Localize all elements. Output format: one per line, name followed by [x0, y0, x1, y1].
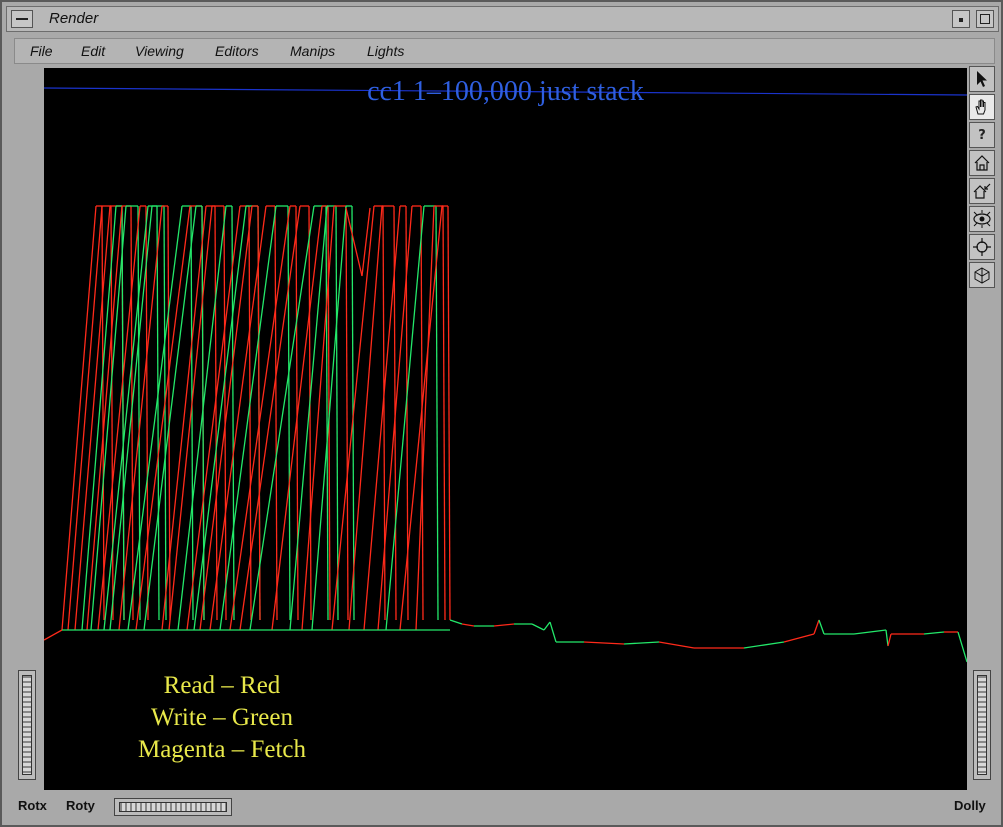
write-tail-trace [623, 641, 660, 645]
menu-manips[interactable]: Manips [290, 43, 335, 59]
read-tail-trace [658, 641, 695, 649]
write-trace-spike [156, 205, 160, 621]
read-trace-spike [331, 205, 375, 631]
read-tail-trace [813, 619, 820, 635]
write-trace-spike [219, 205, 277, 631]
rotx-wheel-grip [22, 675, 32, 775]
read-trace-spike [168, 205, 213, 631]
legend-write: Write – Green [151, 704, 293, 731]
write-tail-trace [885, 629, 889, 647]
seek-icon[interactable] [969, 234, 995, 260]
write-trace-spike [121, 205, 125, 621]
read-trace-spike [447, 205, 451, 621]
write-trace-spike [335, 205, 339, 621]
render-window: Render File Edit Viewing Editors Manips … [0, 0, 1003, 827]
write-tail-trace [549, 621, 557, 643]
rotx-thumbwheel[interactable] [18, 670, 36, 780]
read-trace-spike [135, 205, 191, 631]
title-bar[interactable]: Render [6, 6, 999, 32]
read-trace-spike [348, 205, 383, 631]
menu-bar: File Edit Viewing Editors Manips Lights [14, 38, 995, 64]
minimize-button[interactable] [952, 10, 970, 28]
set-home-icon[interactable] [969, 178, 995, 204]
view-all-icon[interactable] [969, 206, 995, 232]
menu-edit[interactable]: Edit [81, 43, 105, 59]
render-viewport[interactable]: cc1 1–100,000 just stack Read – Red Writ… [44, 68, 967, 790]
rotx-label: Rotx [18, 798, 47, 813]
window-menu-button[interactable] [11, 10, 33, 28]
read-trace-spike [442, 205, 446, 621]
write-tail-trace [449, 619, 463, 625]
read-tail-trace [783, 633, 815, 643]
read-trace-spike [214, 205, 218, 621]
read-tail-trace [493, 623, 515, 627]
window-title: Render [49, 10, 99, 27]
write-trace-spike [137, 205, 141, 621]
read-trace-spike [361, 207, 371, 277]
read-trace-spike [186, 205, 241, 631]
read-trace-spike [274, 205, 278, 621]
write-tail-trace [531, 623, 545, 631]
projection-icon[interactable] [969, 262, 995, 288]
dolly-wheel-grip [977, 675, 987, 775]
read-tail-trace [461, 623, 475, 627]
menu-viewing[interactable]: Viewing [135, 43, 184, 59]
write-trace-spike [163, 205, 167, 621]
read-trace-spike [271, 205, 323, 631]
read-trace-spike [101, 205, 105, 621]
read-trace-spike [223, 205, 227, 621]
legend-read: Read – Red [163, 672, 281, 699]
viewer-toolbar: ? [969, 66, 997, 292]
read-baseline [44, 629, 63, 641]
write-tail-trace [853, 629, 887, 635]
roty-label: Roty [66, 798, 95, 813]
menu-editors[interactable]: Editors [215, 43, 259, 59]
write-trace-spike [289, 205, 328, 631]
write-tail-trace [923, 631, 945, 635]
write-tail-trace [957, 631, 967, 663]
maximize-button[interactable] [976, 10, 994, 28]
read-tail-trace [887, 633, 892, 647]
write-tail-trace [818, 619, 825, 635]
pick-arrow-icon[interactable] [969, 66, 995, 92]
dolly-thumbwheel[interactable] [973, 670, 991, 780]
read-tail-trace [583, 641, 625, 645]
read-trace-spike [345, 207, 363, 277]
legend-fetch: Magenta – Fetch [137, 736, 306, 763]
write-tail-trace [543, 621, 551, 631]
read-trace-spike [61, 205, 97, 631]
roty-wheel-grip [119, 802, 227, 812]
write-trace-spike [287, 205, 291, 621]
menu-file[interactable]: File [30, 43, 53, 59]
dolly-label: Dolly [954, 798, 986, 813]
help-glyph: ? [978, 127, 986, 143]
view-hand-icon[interactable] [969, 94, 995, 120]
menu-lights[interactable]: Lights [367, 43, 404, 59]
plot-title: cc1 1–100,000 just stack [367, 76, 644, 107]
help-icon[interactable]: ? [969, 122, 995, 148]
write-tail-trace [743, 641, 785, 649]
home-icon[interactable] [969, 150, 995, 176]
roty-thumbwheel[interactable] [114, 798, 232, 816]
read-trace-spike [345, 205, 349, 621]
